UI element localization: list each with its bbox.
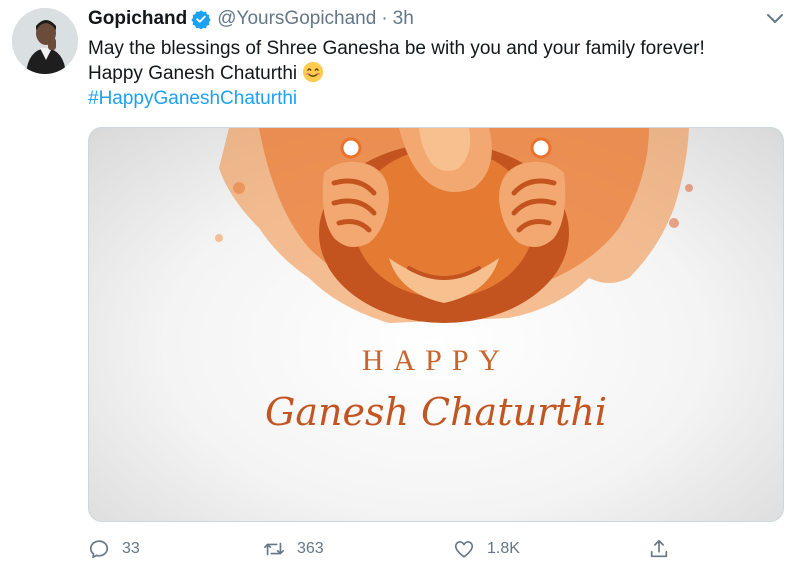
retweet-button[interactable]: 363 [263,538,324,560]
tweet-media-image[interactable]: HAPPY Ganesh Chaturthi [88,127,784,522]
reply-button[interactable]: 33 [88,538,140,560]
retweet-icon [264,542,284,556]
smiling-face-emoji-icon [303,61,324,83]
tweet-actions-bar: 33 363 1.8K [88,536,688,562]
greeting-subtitle-text: Ganesh Chaturthi [264,390,608,434]
verified-badge-icon [191,10,211,29]
share-icon [650,539,668,558]
avatar-image [12,8,78,74]
reply-count: 33 [122,540,140,557]
tweet-text: May the blessings of Shree Ganesha be wi… [88,36,788,111]
tweet-text-line-2: Happy Ganesh Chaturthi [88,61,788,86]
tweet-text-line-2-text: Happy Ganesh Chaturthi [88,63,298,84]
avatar[interactable] [12,8,78,74]
retweet-count: 363 [297,540,324,557]
more-options-button[interactable] [764,10,786,28]
share-button[interactable] [648,538,670,560]
user-handle[interactable]: @YoursGopichand [217,8,376,30]
reply-icon [89,540,109,559]
tweet-timestamp[interactable]: 3h [393,8,414,30]
heart-icon [454,541,474,558]
ganesha-illustration [215,128,693,323]
tweet-text-line-1: May the blessings of Shree Ganesha be wi… [88,38,705,59]
header-separator: · [381,8,388,29]
display-name[interactable]: Gopichand [88,8,187,30]
like-count: 1.8K [487,540,520,557]
like-button[interactable]: 1.8K [453,538,520,560]
tweet-header: Gopichand @YoursGopichand · 3h [88,6,414,32]
hashtag-link[interactable]: #HappyGaneshChaturthi [88,86,788,111]
greeting-happy-text: HAPPY [361,344,511,377]
chevron-down-icon [767,14,783,23]
